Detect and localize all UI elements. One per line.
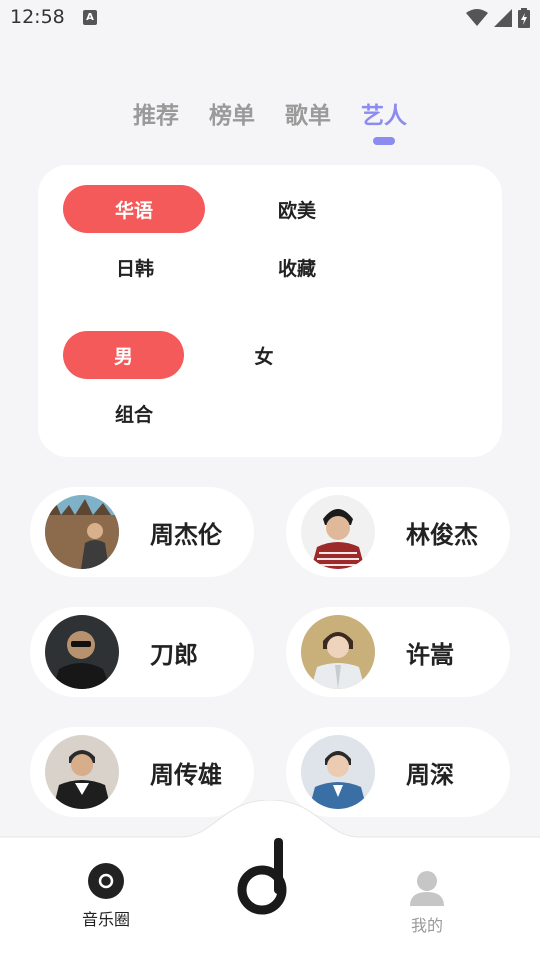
artist-name: 周深 xyxy=(406,761,454,789)
tab-playlists[interactable]: 歌单 xyxy=(285,96,331,130)
music-note-d-icon xyxy=(237,838,287,915)
artist-name: 刀郎 xyxy=(150,641,198,669)
artist-avatar xyxy=(301,615,375,689)
battery-icon xyxy=(518,8,530,28)
filter-region-jpkr[interactable]: 日韩 xyxy=(76,243,194,291)
status-bar: 12:58 A xyxy=(0,0,540,36)
filter-gender-male[interactable]: 男 xyxy=(63,331,184,379)
wifi-icon xyxy=(466,9,488,26)
artist-name: 林俊杰 xyxy=(406,521,478,549)
filter-group[interactable]: 组合 xyxy=(76,389,192,437)
status-time: 12:58 xyxy=(10,6,65,28)
artist-avatar xyxy=(301,735,375,809)
artist-name: 周传雄 xyxy=(150,761,222,789)
nav-mine[interactable]: 我的 xyxy=(408,870,446,936)
nav-music-circle[interactable]: 音乐圈 xyxy=(82,862,130,930)
artist-name: 周杰伦 xyxy=(150,521,222,549)
active-tab-indicator xyxy=(373,137,395,145)
filter-region-chinese[interactable]: 华语 xyxy=(63,185,205,233)
artist-name: 许嵩 xyxy=(406,641,454,669)
filter-favorites[interactable]: 收藏 xyxy=(238,243,356,291)
nav-label: 音乐圈 xyxy=(82,910,131,929)
artist-filter-panel: 华语 欧美 日韩 收藏 男 女 组合 xyxy=(38,165,502,457)
tab-charts[interactable]: 榜单 xyxy=(209,96,255,130)
artist-avatar xyxy=(45,735,119,809)
status-icons xyxy=(466,8,530,28)
artist-avatar xyxy=(301,495,375,569)
tab-artists[interactable]: 艺人 xyxy=(361,96,407,145)
artist-card[interactable]: 林俊杰 xyxy=(286,487,510,577)
accessibility-a-icon: A xyxy=(83,10,97,25)
nav-center-player[interactable] xyxy=(236,836,292,916)
filter-region-western[interactable]: 欧美 xyxy=(238,185,356,233)
artist-card[interactable]: 许嵩 xyxy=(286,607,510,697)
artist-avatar xyxy=(45,495,119,569)
signal-icon xyxy=(494,9,512,27)
record-icon xyxy=(88,863,124,899)
artist-avatar xyxy=(45,615,119,689)
tab-recommend[interactable]: 推荐 xyxy=(133,96,179,130)
artist-card[interactable]: 刀郎 xyxy=(30,607,254,697)
artist-card[interactable]: 周杰伦 xyxy=(30,487,254,577)
category-tabs: 推荐 榜单 歌单 艺人 xyxy=(0,96,540,145)
filter-gender-female[interactable]: 女 xyxy=(206,331,322,379)
nav-label: 我的 xyxy=(410,916,443,935)
bottom-navigation: 音乐圈 我的 xyxy=(0,800,540,960)
person-icon xyxy=(410,871,444,906)
